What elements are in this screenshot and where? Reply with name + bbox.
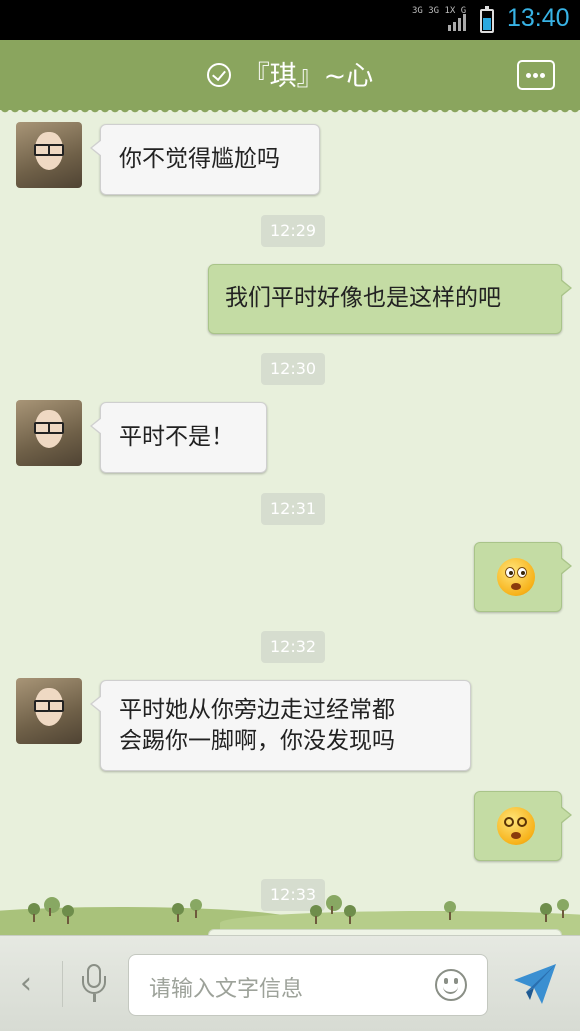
microphone-icon[interactable] (80, 964, 108, 1004)
battery-icon (480, 6, 494, 33)
contact-name: 『琪』~心 (242, 61, 374, 92)
message-input[interactable]: 请输入文字信息 (128, 954, 488, 1016)
incoming-message[interactable]: 平时她从你旁边走过经常都 会踢你一脚啊，你没发现吗 (90, 680, 471, 771)
message-list[interactable]: 你不觉得尴尬吗 12:29 我们平时好像也是这样的吧 12:30 平时不是！ 1… (0, 110, 580, 935)
timestamp: 12:31 (261, 493, 326, 525)
contact-avatar[interactable] (16, 678, 82, 744)
surprised-emoji-icon (497, 558, 535, 596)
message-input-placeholder: 请输入文字信息 (149, 977, 304, 1002)
more-dots-icon (526, 73, 531, 78)
timestamp: 12:29 (261, 215, 326, 247)
outgoing-message[interactable]: 我们平时好像也是这样的吧 (208, 264, 572, 334)
message-text: 你不觉得尴尬吗 (119, 146, 280, 172)
timestamp: 12:32 (261, 631, 326, 663)
more-dot (540, 73, 545, 78)
message-text-line: 平时她从你旁边走过经常都 (119, 697, 395, 723)
contact-avatar[interactable] (16, 400, 82, 466)
divider (62, 961, 63, 1007)
timestamp: 12:30 (261, 353, 326, 385)
signal-icon (448, 14, 466, 31)
contact-title[interactable]: 『琪』~心 (0, 54, 580, 93)
battery-fill (483, 18, 491, 30)
outgoing-emoji-message[interactable] (474, 542, 572, 612)
incoming-message[interactable]: 平时不是！ (90, 402, 267, 473)
contact-avatar[interactable] (16, 122, 82, 188)
message-text: 平时不是！ (119, 424, 234, 450)
chat-header: 『琪』~心 (0, 40, 580, 116)
message-input-bar: ‹ 请输入文字信息 (0, 935, 580, 1031)
send-icon[interactable] (512, 962, 558, 1006)
chevron-left-icon[interactable]: ‹ (20, 966, 32, 1001)
status-bar: 3G 3G 1X G 13:40 (0, 0, 580, 40)
outgoing-emoji-message[interactable] (474, 791, 572, 861)
more-options-button[interactable] (517, 60, 555, 90)
message-text: 我们平时好像也是这样的吧 (225, 285, 501, 311)
footer-landscape-decoration (0, 885, 580, 935)
check-circle-icon (206, 62, 231, 87)
incoming-message[interactable]: 你不觉得尴尬吗 (90, 124, 320, 195)
smiley-icon[interactable] (435, 969, 467, 1001)
message-text-line: 会踢你一脚啊，你没发现吗 (119, 728, 395, 754)
more-dot (533, 73, 538, 78)
dizzy-emoji-icon (497, 807, 535, 845)
clock: 13:40 (507, 4, 570, 32)
